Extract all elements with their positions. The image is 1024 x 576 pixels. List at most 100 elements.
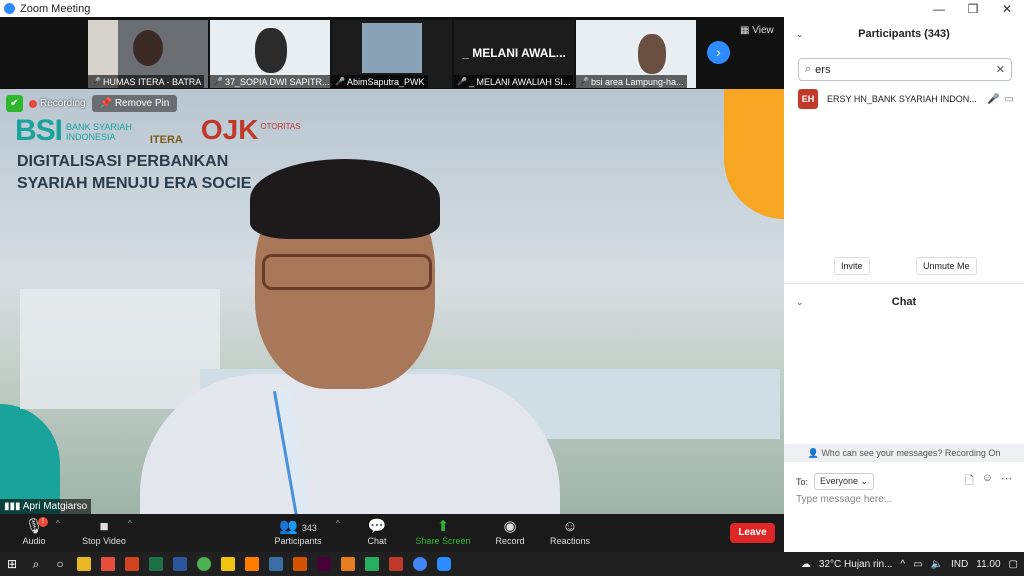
ojk-logo: OJK bbox=[200, 114, 259, 145]
app-icon[interactable] bbox=[336, 552, 360, 576]
avatar: EH bbox=[798, 89, 818, 109]
microphone-icon: 🎙 bbox=[24, 518, 44, 535]
app-icon[interactable] bbox=[264, 552, 288, 576]
weather-icon: ☁ bbox=[800, 558, 811, 570]
illustrator-icon[interactable] bbox=[240, 552, 264, 576]
thumbnail-strip: 🎤 HUMAS ITERA - BATRA 🎤 37_SOPIA DWI SAPIT… bbox=[0, 17, 784, 89]
windows-taskbar: ⊞ ⌕ ○ ☁ 32°C Hujan rin... ^ ▭ 🔈 IND 11.0… bbox=[0, 552, 1024, 576]
main-video: BSI BANK SYARIAH INDONESIA ITERA OJK OTO… bbox=[0, 89, 784, 514]
recording-indicator[interactable]: Recording bbox=[29, 98, 86, 109]
speaker-name-label: Apri Matgiarso bbox=[22, 501, 88, 512]
language-indicator[interactable]: IND bbox=[951, 559, 968, 570]
participant-thumbnail[interactable]: 🎤 AbimSaputra_PWK bbox=[332, 20, 452, 88]
remove-pin-label: Remove Pin bbox=[114, 98, 170, 109]
share-screen-button[interactable]: ⬆ Share Screen bbox=[413, 517, 473, 546]
title-bar: Zoom Meeting — ❐ ✕ bbox=[0, 0, 1024, 17]
volume-icon[interactable]: 🔈 bbox=[931, 559, 943, 570]
participant-thumbnail[interactable]: 🎤 HUMAS ITERA - BATRA bbox=[88, 20, 208, 88]
participant-name: HUMAS ITERA - BATRA bbox=[102, 76, 202, 87]
record-button[interactable]: ◉ Record bbox=[480, 517, 540, 546]
participants-icon: 👥 343 bbox=[279, 518, 317, 535]
reactions-button[interactable]: ☺ Reactions bbox=[540, 517, 600, 546]
clock[interactable]: 11.00 bbox=[976, 559, 1000, 570]
app-icon[interactable] bbox=[288, 552, 312, 576]
caret-up-icon[interactable]: ^ bbox=[336, 519, 340, 528]
video-camera-icon: ■ bbox=[99, 518, 109, 535]
app-icon[interactable] bbox=[360, 552, 384, 576]
security-shield-icon[interactable]: ✔ bbox=[6, 95, 23, 112]
file-explorer-icon[interactable] bbox=[72, 552, 96, 576]
audio-label: Audio bbox=[22, 536, 46, 546]
chrome-icon[interactable] bbox=[192, 552, 216, 576]
app-icon[interactable] bbox=[96, 552, 120, 576]
mic-muted-icon: 🎤 bbox=[579, 77, 589, 86]
view-label: View bbox=[752, 25, 774, 36]
restore-button[interactable]: ❐ bbox=[956, 2, 990, 16]
ojk-logo-sub: OTORITAS bbox=[260, 122, 301, 131]
file-icon[interactable]: 🗋 bbox=[965, 472, 974, 491]
search-icon: ⌕ bbox=[805, 63, 812, 75]
next-page-icon[interactable]: › bbox=[707, 41, 730, 64]
chat-message-input[interactable]: Type message here... bbox=[796, 494, 1012, 505]
notification-icon[interactable]: ▢ bbox=[1009, 559, 1018, 570]
speaker-video bbox=[140, 159, 560, 514]
participants-button[interactable]: 👥 343 Participants ^ bbox=[268, 517, 339, 546]
word-icon[interactable] bbox=[168, 552, 192, 576]
app-icon[interactable] bbox=[216, 552, 240, 576]
chat-button[interactable]: 💬 Chat bbox=[347, 517, 407, 546]
xd-icon[interactable] bbox=[312, 552, 336, 576]
chat-label: Chat bbox=[367, 536, 387, 546]
slide-logos: BSI BANK SYARIAH INDONESIA ITERA OJK OTO… bbox=[15, 114, 301, 148]
network-icon[interactable]: ▭ bbox=[913, 559, 922, 570]
side-panel: ⌄ Participants (343) ⌕ ers ✕ EH ERSY HN_… bbox=[784, 17, 1024, 552]
chevron-up-icon[interactable]: ^ bbox=[900, 559, 905, 570]
close-button[interactable]: ✕ bbox=[990, 2, 1024, 16]
participant-name: _ MELANI AWALIAH SI... bbox=[468, 76, 571, 87]
recipient-select[interactable]: Everyone ⌄ bbox=[814, 473, 875, 490]
view-button[interactable]: ▦ View bbox=[740, 25, 774, 36]
clear-icon[interactable]: ✕ bbox=[996, 63, 1005, 76]
zoom-icon bbox=[4, 3, 15, 14]
record-label: Record bbox=[495, 536, 525, 546]
chat-header: ⌄ Chat bbox=[784, 291, 1024, 313]
bsi-logo-sub: INDONESIA bbox=[66, 132, 116, 142]
to-label: To: bbox=[796, 476, 809, 487]
windows-start-icon[interactable]: ⊞ bbox=[0, 552, 24, 576]
caret-up-icon[interactable]: ^ bbox=[56, 519, 60, 528]
participant-thumbnail[interactable]: 🎤 37_SOPIA DWI SAPITR... bbox=[210, 20, 330, 88]
minimize-button[interactable]: — bbox=[922, 2, 956, 16]
weather-label[interactable]: 32°C Hujan rin... bbox=[819, 559, 892, 570]
chrome-icon[interactable] bbox=[408, 552, 432, 576]
participant-search-input[interactable]: ⌕ ers ✕ bbox=[798, 58, 1012, 81]
zoom-icon[interactable] bbox=[432, 552, 456, 576]
search-icon[interactable]: ⌕ bbox=[24, 552, 48, 576]
caret-up-icon[interactable]: ^ bbox=[128, 519, 132, 528]
leave-button[interactable]: Leave bbox=[730, 523, 775, 543]
remove-pin-button[interactable]: 📌 Remove Pin bbox=[91, 95, 178, 112]
speaker-name: ▮▮▮ Apri Matgiarso bbox=[0, 499, 92, 514]
mic-muted-icon: 🎤 bbox=[987, 93, 1000, 105]
participant-thumbnail[interactable]: 🎤 bsi area Lampung-ha... bbox=[576, 20, 696, 88]
chat-info-label: Who can see your messages? Recording On bbox=[821, 448, 1001, 458]
unmute-me-button[interactable]: Unmute Me bbox=[916, 257, 977, 275]
recipient-value: Everyone bbox=[820, 476, 859, 486]
excel-icon[interactable] bbox=[144, 552, 168, 576]
participants-header: ⌄ Participants (343) bbox=[784, 17, 1024, 51]
participant-thumbnail[interactable]: _ MELANI AWAL... 🎤 _ MELANI AWALIAH SI... bbox=[454, 20, 574, 88]
more-icon[interactable]: ⋯ bbox=[1001, 472, 1012, 491]
recording-label: Recording bbox=[40, 98, 86, 109]
participant-name: 37_SOPIA DWI SAPITR... bbox=[224, 76, 330, 87]
participant-display-name: _ MELANI AWAL... bbox=[462, 46, 566, 60]
chat-title: Chat bbox=[891, 296, 917, 308]
app-icon[interactable] bbox=[384, 552, 408, 576]
emoji-icon[interactable]: ☺ bbox=[982, 472, 993, 491]
chat-privacy-info[interactable]: 👤 Who can see your messages? Recording O… bbox=[784, 444, 1024, 462]
invite-button[interactable]: Invite bbox=[834, 257, 870, 275]
task-view-icon[interactable]: ○ bbox=[48, 552, 72, 576]
participant-row[interactable]: EH ERSY HN_BANK SYARIAH INDON... 🎤 ▭ bbox=[798, 89, 1014, 109]
powerpoint-icon[interactable] bbox=[120, 552, 144, 576]
stop-video-button[interactable]: ■ Stop Video ^ bbox=[74, 517, 134, 546]
chevron-down-icon[interactable]: ⌄ bbox=[796, 17, 804, 51]
chevron-down-icon[interactable]: ⌄ bbox=[796, 291, 804, 313]
audio-button[interactable]: 🎙 ! Audio ^ bbox=[4, 517, 64, 546]
